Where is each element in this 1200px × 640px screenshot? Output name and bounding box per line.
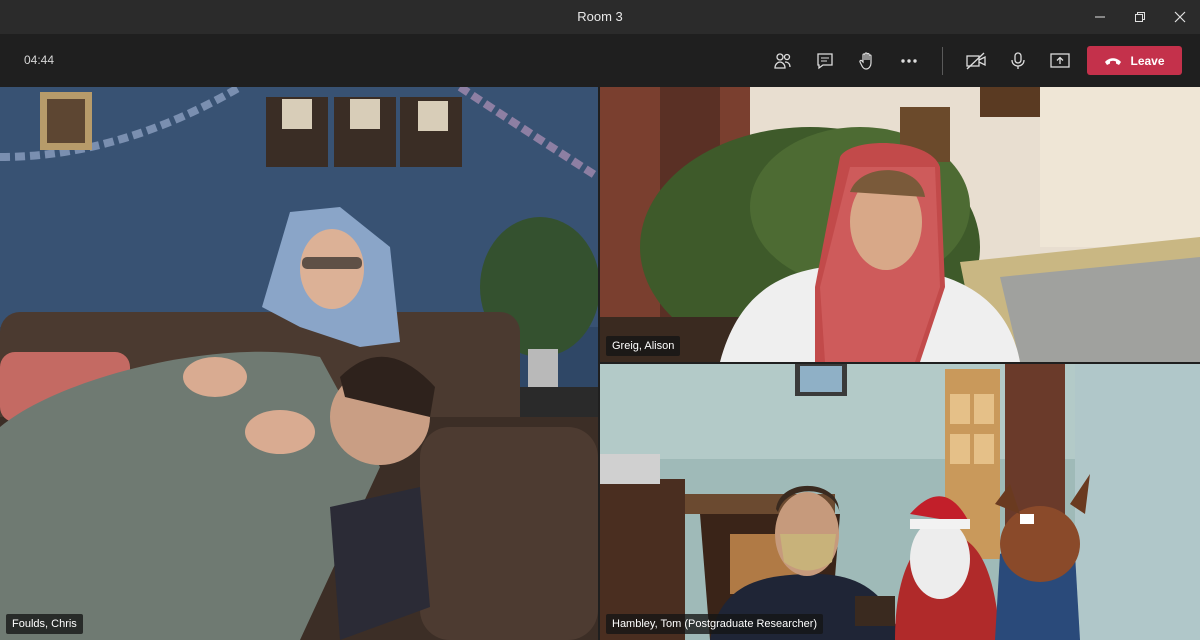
minimize-icon <box>1095 16 1105 18</box>
camera-off-icon <box>966 51 986 70</box>
meeting-toolbar: 04:44 Leave <box>0 34 1200 87</box>
raise-hand-icon <box>859 51 872 70</box>
participants-button[interactable] <box>762 41 804 81</box>
more-options-icon <box>901 58 917 63</box>
minimize-button[interactable] <box>1080 0 1120 34</box>
video-tile-hambley-tom[interactable]: Hambley, Tom (Postgraduate Researcher) <box>600 364 1200 640</box>
video-feed <box>600 364 1200 640</box>
leave-button[interactable]: Leave <box>1087 46 1182 75</box>
video-tile-foulds-chris[interactable]: Foulds, Chris <box>0 87 598 640</box>
meeting-controls: Leave <box>762 34 1182 87</box>
share-screen-icon <box>1050 52 1070 68</box>
window-title: Room 3 <box>577 9 623 24</box>
chat-icon <box>817 52 833 69</box>
close-button[interactable] <box>1160 0 1200 34</box>
participant-name-tag: Foulds, Chris <box>6 614 83 634</box>
participants-icon <box>774 52 791 69</box>
toolbar-divider <box>942 46 943 75</box>
video-feed <box>600 87 1200 362</box>
chat-button[interactable] <box>804 41 846 81</box>
close-icon <box>1174 11 1186 23</box>
window-controls <box>1080 0 1200 34</box>
restore-icon <box>1135 12 1145 22</box>
participant-name-tag: Greig, Alison <box>606 336 681 356</box>
hang-up-icon <box>1105 57 1122 65</box>
video-tile-greig-alison[interactable]: Greig, Alison <box>600 87 1200 362</box>
restore-button[interactable] <box>1120 0 1160 34</box>
more-options-button[interactable] <box>888 41 930 81</box>
raise-hand-button[interactable] <box>846 41 888 81</box>
microphone-icon <box>1011 51 1025 69</box>
call-timer: 04:44 <box>24 53 55 67</box>
leave-label: Leave <box>1130 53 1165 68</box>
camera-toggle-button[interactable] <box>955 41 997 81</box>
title-bar: Room 3 <box>0 0 1200 34</box>
video-feed <box>0 87 598 640</box>
share-screen-button[interactable] <box>1039 41 1081 81</box>
participant-name-tag: Hambley, Tom (Postgraduate Researcher) <box>606 614 824 634</box>
microphone-button[interactable] <box>997 41 1039 81</box>
